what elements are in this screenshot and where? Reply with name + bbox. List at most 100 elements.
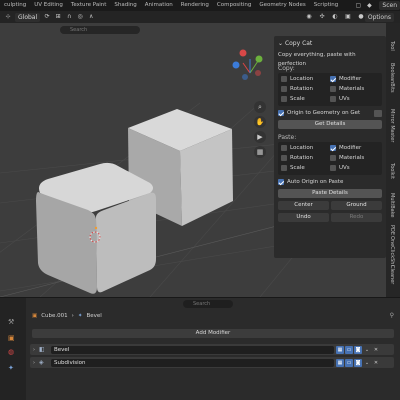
- chevron-down-icon[interactable]: ⌄: [363, 346, 371, 354]
- origin-to-geometry-checkbox[interactable]: Origin to Geometry on Get: [278, 109, 360, 117]
- side-tab[interactable]: Tool: [389, 41, 395, 51]
- checkbox-mark: [330, 86, 336, 92]
- viewport-search-input[interactable]: Search: [60, 26, 140, 34]
- navigation-tools: ⌕ ✋ ▶ ▦: [254, 101, 268, 161]
- sidebar-tabs: Tool BooleanBits Mirror Master Toolkit M…: [386, 23, 400, 297]
- pin-icon[interactable]: ⚲: [390, 312, 394, 319]
- modifier-panel-subdivision[interactable]: › ◈ Subdivision ▦ ▭ ◙ ⌄ ✕: [30, 357, 394, 368]
- tool-icon[interactable]: ⚒: [8, 318, 14, 326]
- viewport-icon[interactable]: ▭: [345, 358, 353, 367]
- workspace-tab[interactable]: Shading: [110, 0, 140, 11]
- workspace-tabs-bar: culpting UV Editing Texture Paint Shadin…: [0, 0, 400, 11]
- checkbox-modifier[interactable]: Modifier: [330, 75, 379, 83]
- checkbox-rotation[interactable]: Rotation: [281, 154, 330, 162]
- options-dropdown[interactable]: Options: [364, 13, 394, 22]
- workspace-tab[interactable]: Animation: [141, 0, 177, 11]
- render-icon[interactable]: ◙: [354, 345, 362, 354]
- render-icon[interactable]: ◙: [354, 358, 362, 367]
- side-tab[interactable]: BooleanBits: [389, 63, 395, 93]
- workspace-tab[interactable]: UV Editing: [30, 0, 67, 11]
- workspace-tab[interactable]: culpting: [0, 0, 30, 11]
- workspace-tab[interactable]: Texture Paint: [67, 0, 111, 11]
- auto-origin-checkbox[interactable]: Auto Origin on Paste: [278, 178, 343, 186]
- pivot-icon[interactable]: ⟳: [43, 13, 51, 21]
- close-icon[interactable]: ✕: [372, 359, 380, 367]
- paste-details-button[interactable]: Paste Details: [278, 189, 382, 198]
- panel-description: Copy everything, paste with perfection: [278, 52, 356, 67]
- properties-search-input[interactable]: Search: [183, 300, 233, 308]
- redo-button[interactable]: Redo: [331, 213, 382, 222]
- visibility-icon[interactable]: ◉: [305, 13, 313, 21]
- screen-layout-icon[interactable]: ▢: [354, 2, 362, 10]
- checkbox-label: Modifier: [339, 76, 362, 82]
- checkbox-scale[interactable]: Scale: [281, 164, 330, 172]
- undo-button[interactable]: Undo: [278, 213, 329, 222]
- add-modifier-button[interactable]: Add Modifier: [32, 329, 394, 338]
- checkbox-mark: [281, 165, 287, 171]
- object-icon[interactable]: ▣: [8, 334, 15, 342]
- auto-origin-row: Auto Origin on Paste: [278, 178, 382, 186]
- checkbox-uvs[interactable]: UVs: [330, 164, 379, 172]
- checkbox-mark: [281, 96, 287, 102]
- overlay-icon[interactable]: ◐: [331, 13, 339, 21]
- checkbox-modifier[interactable]: Modifier: [330, 144, 379, 152]
- edit-mode-icon[interactable]: ▦: [336, 345, 344, 354]
- edit-mode-icon[interactable]: ▦: [336, 358, 344, 367]
- perspective-grid-icon[interactable]: ▦: [254, 146, 266, 158]
- get-details-button[interactable]: Get Details: [278, 120, 382, 129]
- copy-cat-panel: ⌄ Copy Cat Copy everything, paste with p…: [274, 36, 386, 258]
- workspace-tab[interactable]: Rendering: [177, 0, 213, 11]
- checkbox-scale[interactable]: Scale: [281, 95, 330, 103]
- camera-icon[interactable]: ▶: [254, 131, 266, 143]
- wrench-icon[interactable]: ✦: [8, 364, 14, 372]
- pin-icon[interactable]: ◆: [365, 2, 373, 10]
- side-tab[interactable]: Mirror Master: [389, 109, 395, 142]
- close-icon[interactable]: ✕: [372, 346, 380, 354]
- checkbox-label: Scale: [290, 165, 305, 171]
- checkbox-materials[interactable]: Materials: [330, 85, 379, 93]
- xray-icon[interactable]: ▣: [344, 13, 352, 21]
- checkbox-label: Modifier: [339, 145, 362, 151]
- pan-hand-icon[interactable]: ✋: [254, 116, 266, 128]
- viewport-icon[interactable]: ▭: [345, 345, 353, 354]
- properties-editor: ⚒ ▣ ◍ ✦ Search ▣ Cube.001 › ✦ Bevel ⚲ Ad…: [0, 297, 400, 400]
- panel-title[interactable]: ⌄ Copy Cat: [278, 39, 382, 48]
- center-button[interactable]: Center: [278, 201, 329, 210]
- checkbox-uvs[interactable]: UVs: [330, 95, 379, 103]
- falloff-icon[interactable]: ∧: [87, 13, 95, 21]
- ground-button[interactable]: Ground: [331, 201, 382, 210]
- side-tab[interactable]: Toolkit: [389, 163, 395, 179]
- paste-checkbox-grid: Location Modifier Rotation Materials Scale UV…: [281, 144, 379, 172]
- snap-icon[interactable]: ⊞: [54, 13, 62, 21]
- side-tab[interactable]: MultiBake: [389, 193, 395, 218]
- modifier-name-field[interactable]: Bevel: [51, 345, 334, 354]
- zoom-icon[interactable]: ⌕: [254, 101, 266, 113]
- magnet-icon[interactable]: ∩: [65, 13, 73, 21]
- checkbox-materials[interactable]: Materials: [330, 154, 379, 162]
- scene-selector[interactable]: Scen: [379, 1, 400, 10]
- solid-shading-icon[interactable]: ●: [357, 13, 365, 21]
- side-tab[interactable]: PDE: [389, 225, 395, 235]
- modifier-name-field[interactable]: Subdivision: [51, 358, 334, 367]
- center-ground-row: Center Ground: [278, 201, 382, 210]
- workspace-tab[interactable]: Compositing: [213, 0, 255, 11]
- modifier-panel-bevel[interactable]: › ◧ Bevel ▦ ▭ ◙ ⌄ ✕: [30, 344, 394, 355]
- checkbox-label: UVs: [339, 165, 350, 171]
- proportional-edit-icon[interactable]: ◎: [76, 13, 84, 21]
- gizmo-icon[interactable]: ✣: [318, 13, 326, 21]
- workspace-tab[interactable]: Scripting: [310, 0, 342, 11]
- paste-section-label: Paste:: [278, 134, 297, 141]
- physics-icon[interactable]: ◍: [8, 348, 14, 356]
- paste-options-box: Location Modifier Rotation Materials Scale UV…: [278, 142, 382, 175]
- checkbox-rotation[interactable]: Rotation: [281, 85, 330, 93]
- workspace-tab[interactable]: Geometry Nodes: [255, 0, 309, 11]
- breadcrumb: ▣ Cube.001 › ✦ Bevel: [32, 313, 102, 319]
- checkbox-location[interactable]: Location: [281, 144, 330, 152]
- options-toggle-button[interactable]: [374, 109, 382, 117]
- checkbox-location[interactable]: Location: [281, 75, 330, 83]
- side-tab[interactable]: OneClickShi: [389, 236, 395, 266]
- side-tab[interactable]: Cleaner: [389, 265, 395, 284]
- transform-orientation-dropdown[interactable]: Global: [15, 12, 41, 22]
- chevron-down-icon[interactable]: ⌄: [363, 359, 371, 367]
- checkbox-mark: [330, 76, 336, 82]
